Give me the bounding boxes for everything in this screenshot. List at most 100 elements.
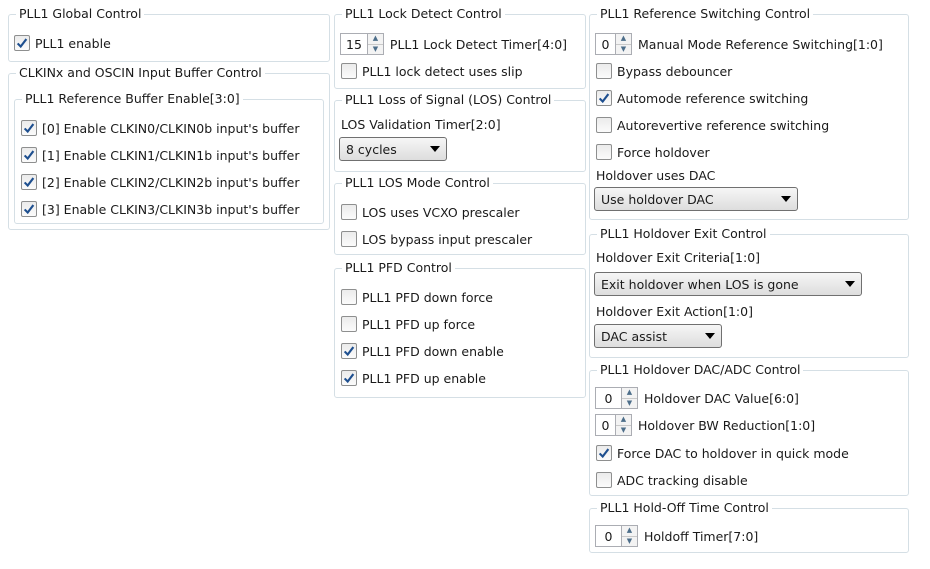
spinner-arrows[interactable]: ▲ ▼ [621, 387, 638, 409]
checkbox-label: Bypass debouncer [617, 63, 733, 79]
check-icon [343, 346, 355, 357]
checkbox-box[interactable] [14, 35, 30, 51]
checkbox-box[interactable] [596, 472, 612, 488]
checkbox-box[interactable] [596, 117, 612, 133]
los-vcxo-prescaler-checkbox[interactable]: LOS uses VCXO prescaler [341, 203, 520, 221]
enable-clkin0-buffer-checkbox[interactable]: [0] Enable CLKIN0/CLKIN0b input's buffer [21, 119, 299, 137]
lock-detect-timer-spinner[interactable]: 15 ▲ ▼ [340, 33, 384, 55]
checkbox-box[interactable] [341, 370, 357, 386]
checkbox-box[interactable] [341, 231, 357, 247]
spinner-arrows[interactable]: ▲ ▼ [366, 33, 384, 55]
spinner-arrows[interactable]: ▲ ▼ [615, 414, 632, 436]
holdover-dac-value-spinner[interactable]: 0 ▲ ▼ [595, 387, 638, 409]
arrow-down-icon[interactable]: ▼ [616, 424, 631, 436]
spinner-arrows[interactable]: ▲ ▼ [615, 33, 632, 55]
holdover-exit-control-group: PLL1 Holdover Exit Control Holdover Exit… [589, 226, 909, 358]
spinner-label: Manual Mode Reference Switching[1:0] [638, 36, 883, 52]
spinner-label: Holdoff Timer[7:0] [644, 528, 759, 544]
manual-reference-switching-spinner[interactable]: 0 ▲ ▼ [595, 33, 632, 55]
arrow-up-icon[interactable]: ▲ [622, 526, 637, 536]
spinner-value[interactable]: 0 [595, 387, 621, 409]
pfd-control-group: PLL1 PFD Control PLL1 PFD down force PLL… [334, 260, 586, 398]
bypass-debouncer-checkbox[interactable]: Bypass debouncer [596, 62, 732, 80]
pfd-up-force-checkbox[interactable]: PLL1 PFD up force [341, 315, 475, 333]
spinner-arrows[interactable]: ▲ ▼ [621, 525, 638, 547]
checkbox-label: LOS uses VCXO prescaler [362, 204, 520, 220]
arrow-down-icon[interactable]: ▼ [622, 535, 637, 547]
enable-clkin1-buffer-checkbox[interactable]: [1] Enable CLKIN1/CLKIN1b input's buffer [21, 146, 299, 164]
pfd-up-enable-checkbox[interactable]: PLL1 PFD up enable [341, 369, 486, 387]
checkbox-label: LOS bypass input prescaler [362, 231, 533, 247]
checkbox-box[interactable] [21, 120, 37, 136]
los-control-group: PLL1 Loss of Signal (LOS) Control LOS Va… [334, 92, 586, 172]
group-title: PLL1 Hold-Off Time Control [597, 500, 772, 516]
checkbox-box[interactable] [21, 147, 37, 163]
checkbox-box[interactable] [21, 201, 37, 217]
checkbox-box[interactable] [341, 204, 357, 220]
spinner-value[interactable]: 0 [595, 414, 615, 436]
checkbox-box[interactable] [341, 316, 357, 332]
spinner-value[interactable]: 0 [595, 33, 615, 55]
force-holdover-checkbox[interactable]: Force holdover [596, 143, 710, 161]
check-icon [343, 373, 355, 384]
checkbox-box[interactable] [341, 63, 357, 79]
chevron-down-icon[interactable] [781, 196, 791, 202]
checkbox-box[interactable] [21, 174, 37, 190]
checkbox-box[interactable] [341, 289, 357, 305]
lock-detect-slip-checkbox[interactable]: PLL1 lock detect uses slip [341, 62, 523, 80]
group-title: PLL1 Holdover DAC/ADC Control [597, 362, 804, 378]
group-title: PLL1 Lock Detect Control [342, 6, 505, 22]
los-bypass-prescaler-checkbox[interactable]: LOS bypass input prescaler [341, 230, 532, 248]
spinner-value[interactable]: 0 [595, 525, 621, 547]
autorevertive-switching-checkbox[interactable]: Autorevertive reference switching [596, 116, 829, 134]
dropdown-value: Use holdover DAC [601, 191, 714, 207]
los-validation-label: LOS Validation Timer[2:0] [341, 117, 501, 132]
pll1-enable-checkbox[interactable]: PLL1 enable [14, 34, 111, 52]
lock-detect-timer-row: 15 ▲ ▼ PLL1 Lock Detect Timer[4:0] [340, 33, 567, 55]
holdover-bw-reduction-row: 0 ▲ ▼ Holdover BW Reduction[1:0] [595, 414, 815, 436]
arrow-down-icon[interactable]: ▼ [616, 43, 631, 55]
pfd-down-force-checkbox[interactable]: PLL1 PFD down force [341, 288, 493, 306]
enable-clkin3-buffer-checkbox[interactable]: [3] Enable CLKIN3/CLKIN3b input's buffer [21, 200, 299, 218]
arrow-down-icon[interactable]: ▼ [367, 43, 383, 55]
checkbox-box[interactable] [596, 63, 612, 79]
holdover-exit-criteria-label: Holdover Exit Criteria[1:0] [596, 250, 761, 265]
arrow-up-icon[interactable]: ▲ [622, 388, 637, 398]
checkbox-box[interactable] [341, 343, 357, 359]
check-icon [598, 93, 610, 104]
checkbox-label: Autorevertive reference switching [617, 117, 830, 133]
holdover-exit-action-dropdown[interactable]: DAC assist [594, 324, 722, 348]
check-icon [23, 123, 35, 134]
lock-detect-control-group: PLL1 Lock Detect Control 15 ▲ ▼ PLL1 Lock… [334, 6, 586, 89]
holdover-dac-dropdown[interactable]: Use holdover DAC [594, 187, 798, 211]
holdover-bw-reduction-spinner[interactable]: 0 ▲ ▼ [595, 414, 632, 436]
checkbox-box[interactable] [596, 144, 612, 160]
arrow-up-icon[interactable]: ▲ [616, 34, 631, 44]
arrow-up-icon[interactable]: ▲ [368, 34, 383, 44]
automode-switching-checkbox[interactable]: Automode reference switching [596, 89, 808, 107]
check-icon [23, 177, 35, 188]
pfd-down-enable-checkbox[interactable]: PLL1 PFD down enable [341, 342, 504, 360]
holdoff-timer-spinner[interactable]: 0 ▲ ▼ [595, 525, 638, 547]
check-icon [598, 448, 610, 459]
chevron-down-icon[interactable] [845, 281, 855, 287]
checkbox-box[interactable] [596, 445, 612, 461]
checkbox-label: Force DAC to holdover in quick mode [617, 445, 849, 461]
enable-clkin2-buffer-checkbox[interactable]: [2] Enable CLKIN2/CLKIN2b input's buffer [21, 173, 299, 191]
holdover-exit-criteria-dropdown[interactable]: Exit holdover when LOS is gone [594, 272, 862, 296]
chevron-down-icon[interactable] [705, 333, 715, 339]
chevron-down-icon[interactable] [430, 146, 440, 152]
arrow-down-icon[interactable]: ▼ [622, 397, 637, 409]
reference-buffer-enable-group: PLL1 Reference Buffer Enable[3:0] [0] En… [14, 91, 324, 224]
dropdown-value: Exit holdover when LOS is gone [601, 276, 799, 292]
force-dac-quick-mode-checkbox[interactable]: Force DAC to holdover in quick mode [596, 444, 849, 462]
arrow-up-icon[interactable]: ▲ [616, 415, 631, 425]
adc-tracking-disable-checkbox[interactable]: ADC tracking disable [596, 471, 748, 489]
group-title: PLL1 Reference Buffer Enable[3:0] [22, 91, 243, 107]
checkbox-label: PLL1 PFD up enable [362, 370, 486, 386]
spinner-value[interactable]: 15 [340, 33, 367, 55]
group-title: PLL1 PFD Control [342, 260, 455, 276]
los-validation-dropdown[interactable]: 8 cycles [339, 137, 447, 161]
checkbox-box[interactable] [596, 90, 612, 106]
checkbox-label: PLL1 lock detect uses slip [362, 63, 523, 79]
